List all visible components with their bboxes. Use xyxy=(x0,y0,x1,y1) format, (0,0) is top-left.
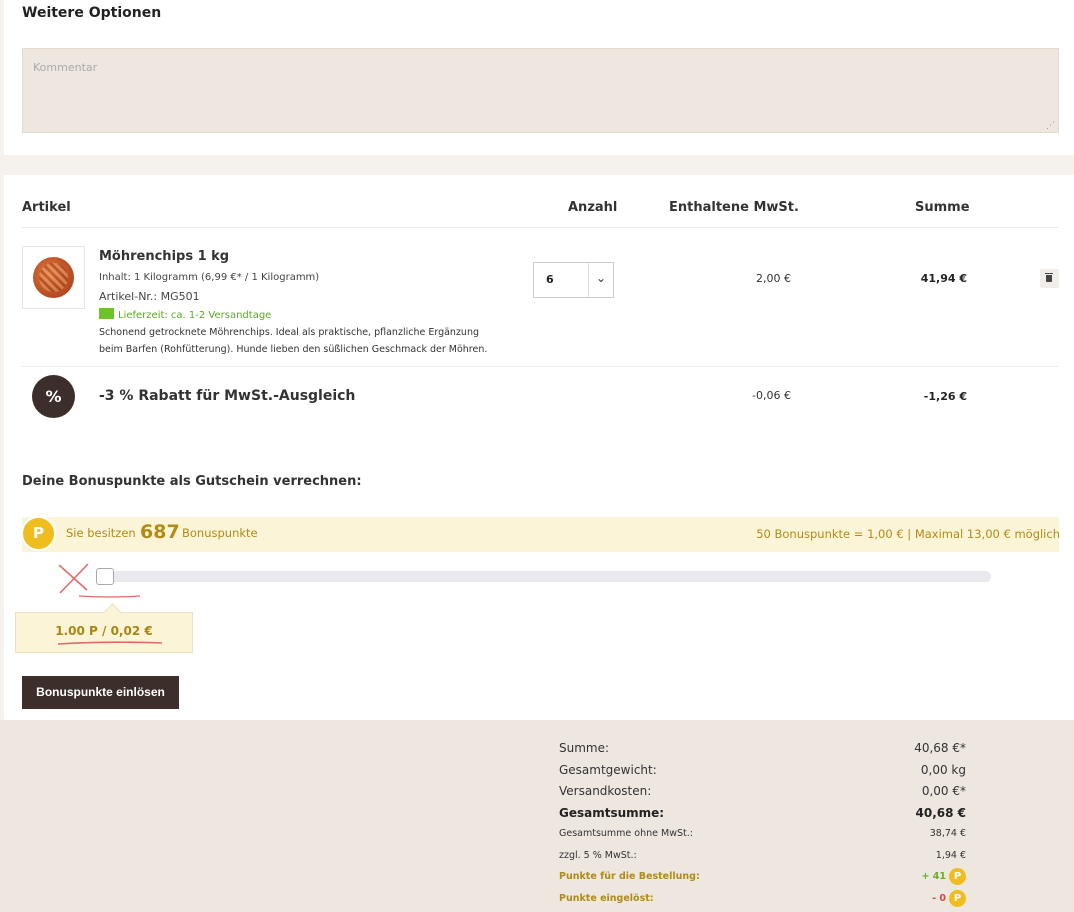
product-vat: 2,00 € xyxy=(756,272,791,285)
description-line: Schonend getrocknete Möhrenchips. Ideal … xyxy=(99,327,479,338)
red-underline-annotation xyxy=(57,641,163,645)
comment-placeholder: Kommentar xyxy=(33,61,98,74)
carrot-chips-image xyxy=(33,257,74,298)
header-article: Artikel xyxy=(22,200,71,215)
total-value-grand: 40,68 € xyxy=(915,806,966,820)
delivery-status-icon xyxy=(99,308,114,319)
quantity-select[interactable]: 6 ⌄ xyxy=(533,262,614,298)
points-earned-amount: + 41 xyxy=(921,871,947,882)
header-vat: Enthaltene MwSt. xyxy=(669,200,799,215)
quantity-value: 6 xyxy=(546,273,554,286)
total-label-points-earned: Punkte für die Bestellung: xyxy=(559,871,700,882)
trash-icon xyxy=(1045,273,1053,282)
points-balance: 687 xyxy=(140,521,180,543)
points-redeemed-amount: - 0 xyxy=(932,893,946,904)
total-label-grand: Gesamtsumme: xyxy=(559,806,665,820)
options-card: Weitere Optionen Kommentar ⋰ xyxy=(4,0,1074,155)
points-have-suffix: Bonuspunkte xyxy=(182,526,258,540)
points-coin-icon: P xyxy=(949,890,966,907)
quantity-divider xyxy=(588,263,589,297)
total-value-points-earned: + 41 P xyxy=(921,868,966,885)
points-rate-info: 50 Bonuspunkte = 1,00 € | Maximal 13,00 … xyxy=(756,527,1060,541)
redeem-points-button[interactable]: Bonuspunkte einlösen xyxy=(22,676,179,709)
points-have-prefix: Sie besitzen xyxy=(66,526,136,540)
remove-item-button[interactable] xyxy=(1040,269,1059,288)
total-label-weight: Gesamtgewicht: xyxy=(559,763,657,777)
product-thumbnail[interactable] xyxy=(22,246,85,309)
points-coin-icon: P xyxy=(949,868,966,885)
discount-name: -3 % Rabatt für MwSt.-Ausgleich xyxy=(99,388,356,404)
tooltip-value: 1.00 P / 0,02 € xyxy=(55,624,153,638)
row-divider xyxy=(22,366,1059,367)
cart-card: Artikel Anzahl Enthaltene MwSt. Summe Mö… xyxy=(4,175,1074,720)
total-value-vat: 1,94 € xyxy=(935,850,966,861)
product-sum: 41,94 € xyxy=(920,272,967,285)
total-label-vat: zzgl. 5 % MwSt.: xyxy=(559,850,637,861)
total-value-weight: 0,00 kg xyxy=(920,763,966,777)
total-value-sum: 40,68 €* xyxy=(914,741,966,755)
points-slider-track[interactable] xyxy=(99,571,991,582)
product-article-number: Artikel-Nr.: MG501 xyxy=(99,290,200,303)
header-sum: Summe xyxy=(915,200,970,215)
total-label-shipping: Versandkosten: xyxy=(559,784,652,798)
discount-vat: -0,06 € xyxy=(752,389,791,402)
order-totals: Summe: 40,68 €* Gesamtgewicht: 0,00 kg V… xyxy=(0,720,1074,912)
discount-sum: -1,26 € xyxy=(923,390,967,403)
total-label-net: Gesamtsumme ohne MwSt.: xyxy=(559,828,693,839)
product-description: Schonend getrocknete Möhrenchips. Ideal … xyxy=(99,324,499,358)
total-label-points-redeemed: Punkte eingelöst: xyxy=(559,893,654,904)
total-value-net: 38,74 € xyxy=(929,828,966,839)
total-value-points-redeemed: - 0P xyxy=(932,890,966,907)
discount-icon: % xyxy=(32,375,75,418)
bonus-heading: Deine Bonuspunkte als Gutschein verrechn… xyxy=(22,474,362,489)
total-label-sum: Summe: xyxy=(559,741,610,755)
product-name[interactable]: Möhrenchips 1 kg xyxy=(99,249,229,264)
points-coin-icon: P xyxy=(21,516,56,551)
header-divider xyxy=(22,227,1059,228)
header-quantity: Anzahl xyxy=(568,200,618,215)
product-content: Inhalt: 1 Kilogramm (6,99 €* / 1 Kilogra… xyxy=(99,272,320,283)
comment-textarea[interactable]: Kommentar ⋰ xyxy=(22,48,1059,133)
delivery-time: Lieferzeit: ca. 1-2 Versandtage xyxy=(99,308,271,321)
delivery-time-text: Lieferzeit: ca. 1-2 Versandtage xyxy=(118,310,272,321)
total-value-shipping: 0,00 €* xyxy=(921,784,966,798)
options-heading: Weitere Optionen xyxy=(22,5,162,21)
slider-value-tooltip: 1.00 P / 0,02 € xyxy=(15,612,193,653)
chevron-down-icon[interactable]: ⌄ xyxy=(596,271,606,285)
description-line: beim Barfen (Rohfütterung). Hunde lieben… xyxy=(99,344,488,355)
resize-grip-icon[interactable]: ⋰ xyxy=(1046,121,1055,131)
red-cross-annotation xyxy=(58,563,141,598)
